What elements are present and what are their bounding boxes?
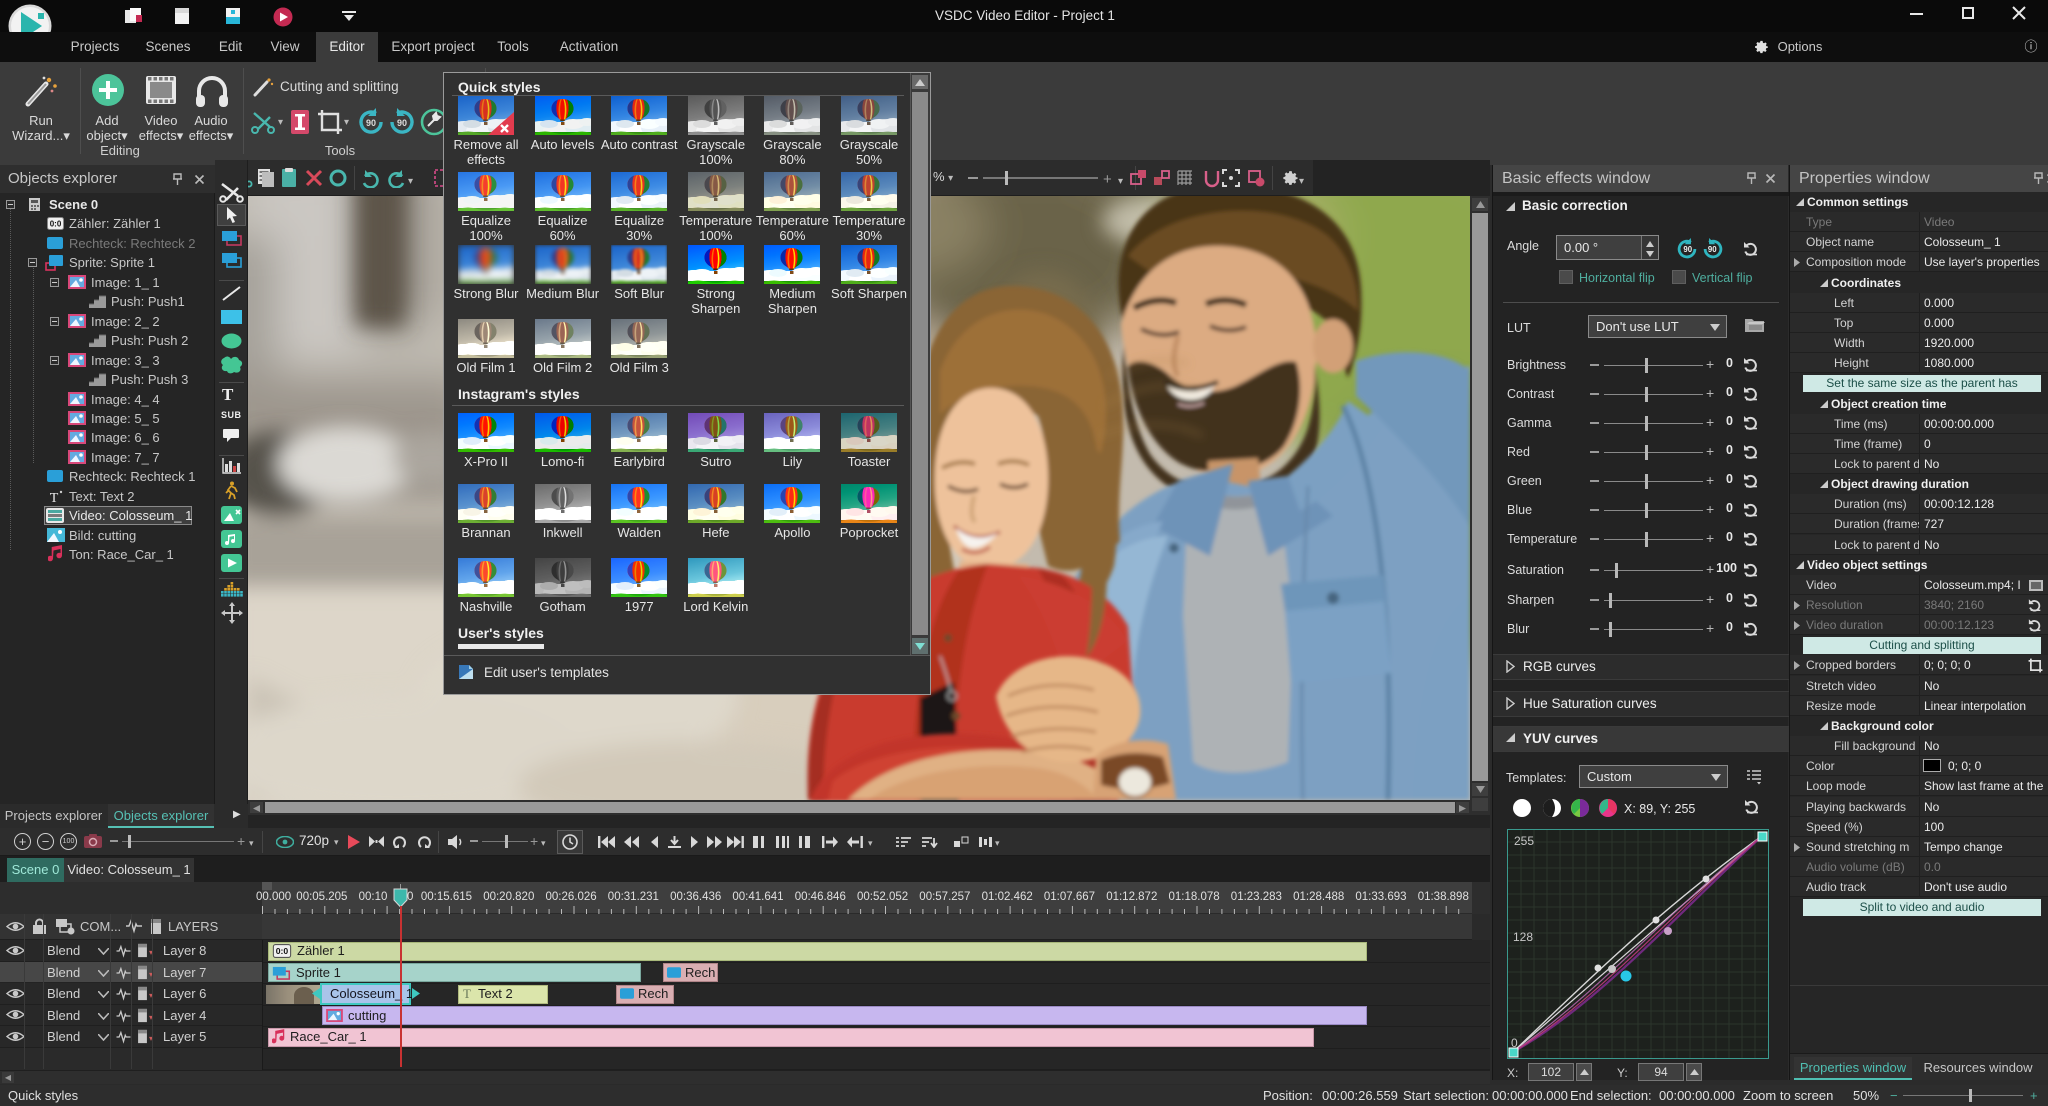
svg-text:90: 90 bbox=[397, 118, 407, 128]
svg-text:90: 90 bbox=[366, 118, 376, 128]
svg-text:0:0: 0:0 bbox=[50, 220, 62, 229]
svg-text:90: 90 bbox=[1683, 245, 1692, 254]
svg-text:T: T bbox=[50, 491, 59, 504]
svg-text:90: 90 bbox=[1708, 245, 1717, 254]
svg-text:0:0: 0:0 bbox=[276, 946, 289, 956]
